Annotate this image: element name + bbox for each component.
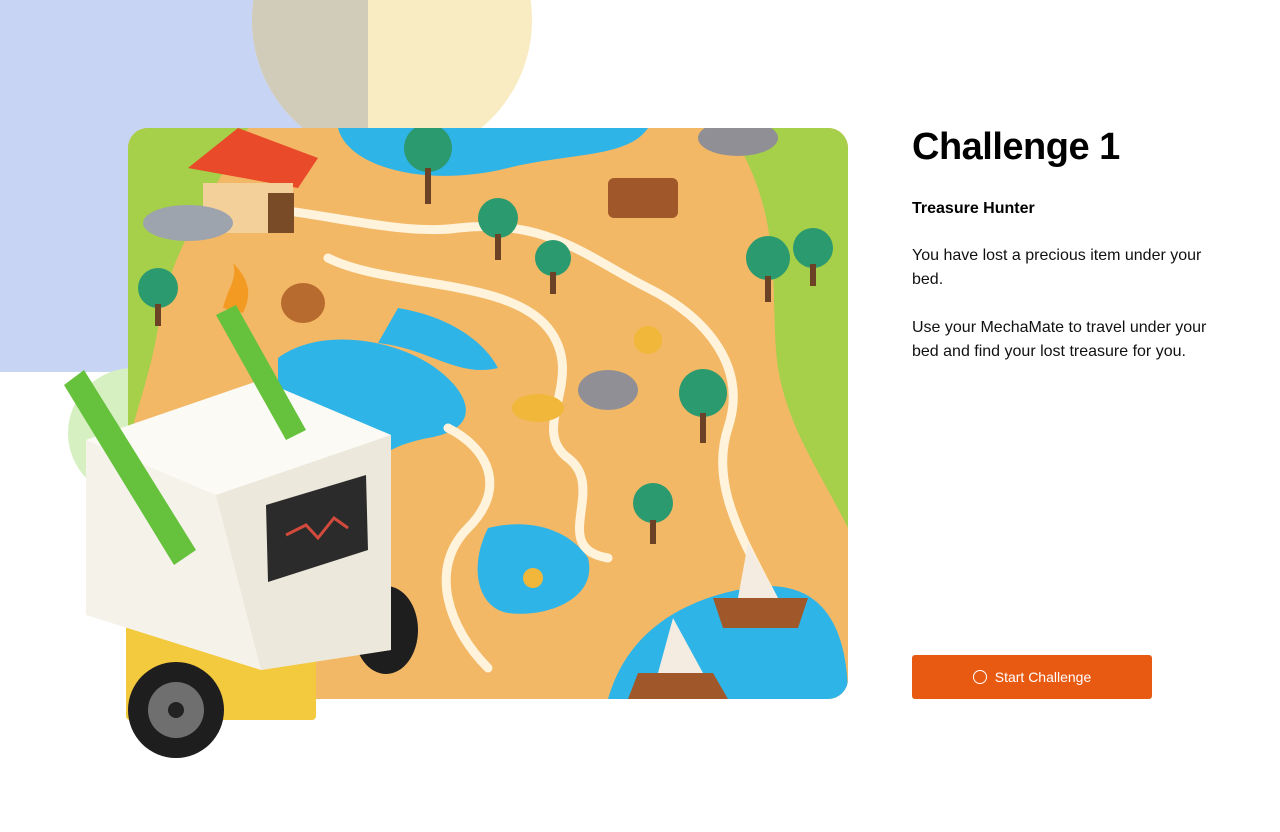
start-challenge-button[interactable]: Start Challenge: [912, 655, 1152, 699]
challenge-info-panel: Challenge 1 Treasure Hunter You have los…: [912, 124, 1212, 364]
challenge-subtitle: Treasure Hunter: [912, 200, 1035, 217]
start-challenge-label: Start Challenge: [994, 669, 1092, 685]
challenge-description-2: Use your MechaMate to travel under your …: [912, 319, 1207, 360]
circle-icon: [972, 670, 987, 684]
challenge-title: Challenge 1: [912, 126, 1120, 168]
challenge-description-1: You have lost a precious item under your…: [912, 247, 1202, 288]
mechamate-robot-illustration: [56, 290, 436, 770]
